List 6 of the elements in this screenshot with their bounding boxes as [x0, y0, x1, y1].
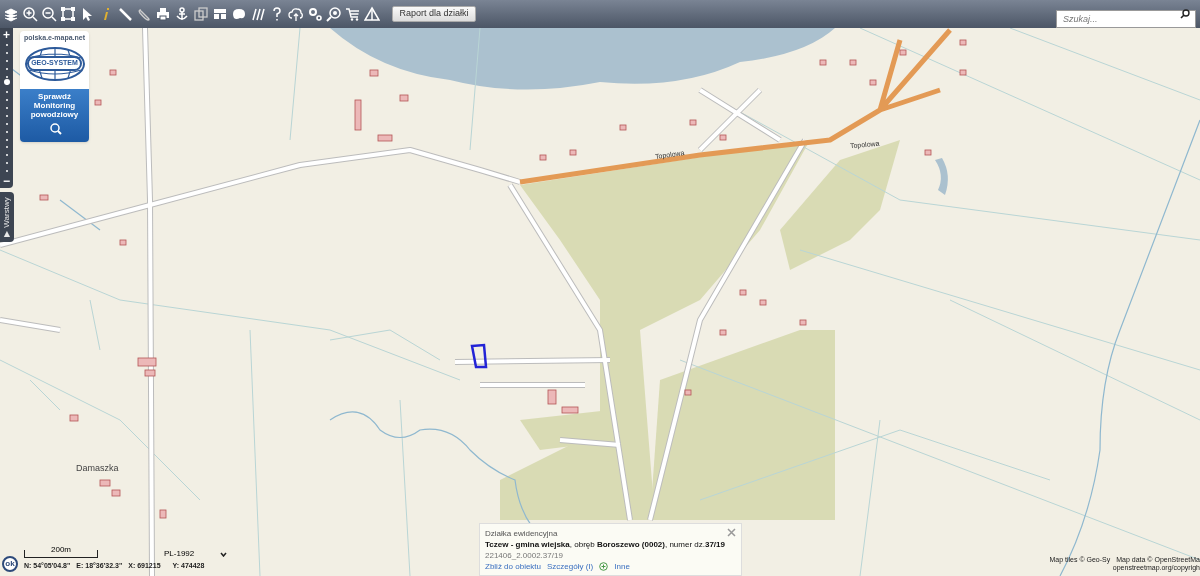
scale-label: 200m: [51, 546, 71, 556]
parcel-description: Tczew - gmina wiejska, obręb Boroszewo (0002), numer dz.37/19: [485, 539, 725, 550]
banner-text: Sprawdź Monitoring powodziowy: [29, 92, 80, 119]
place-label: Damaszka: [76, 462, 119, 475]
popup-title: Działka ewidencyjna: [485, 528, 558, 539]
parcel-id: 221406_2.0002.37/19: [485, 550, 563, 561]
